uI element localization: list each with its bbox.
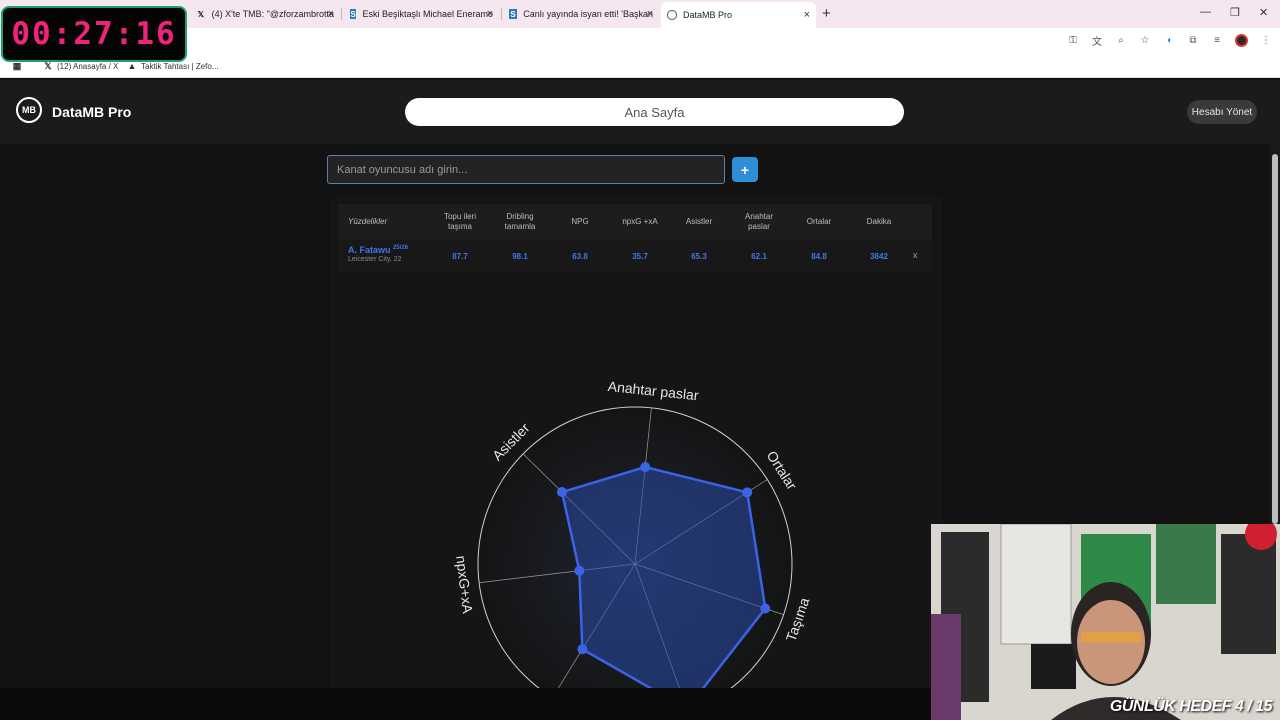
table-cell: 65.3 (691, 251, 707, 261)
logo-icon[interactable]: MB (16, 97, 42, 123)
browser-tab-2[interactable]: S Eski Beşiktaşlı Michael Eneramo × (344, 4, 499, 24)
table-cell: 63.8 (572, 251, 588, 261)
bookmark-label: Taktik Tahtası | Zefo... (141, 61, 219, 71)
player-club: Leicester City, 22 (348, 256, 402, 263)
close-icon[interactable]: × (804, 9, 810, 21)
restore-icon[interactable]: ❐ (1230, 6, 1240, 19)
browser-tab-1[interactable]: 𝕏 (4) X'te TMB: "@zforzambrotta × (190, 4, 340, 24)
column-header: npxG +xA (622, 217, 658, 226)
table-cell: 35.7 (632, 251, 648, 261)
scrollbar-thumb[interactable] (1272, 154, 1278, 524)
news-icon: S (350, 9, 357, 19)
profile-avatar-icon[interactable] (1235, 34, 1248, 47)
tab-title: Eski Beşiktaşlı Michael Eneramo (362, 9, 493, 19)
column-header: Ortalar (806, 217, 832, 226)
column-header-percentiles: Yüzdelikler (348, 217, 388, 226)
browser-tab-bar: 𝕏 (4) X'te TMB: "@zforzambrotta × S Eski… (0, 0, 1280, 28)
remove-player-button[interactable]: x (913, 250, 918, 260)
tab-title: (4) X'te TMB: "@zforzambrotta (211, 9, 334, 19)
close-icon[interactable]: × (328, 8, 334, 20)
menu-icon[interactable]: ⋮ (1260, 34, 1272, 46)
radar-point (742, 487, 753, 498)
radar-chart: Anahtar paslarOrtalarTaşımaDriblinglerNP… (453, 378, 812, 695)
table-cell: 62.1 (751, 251, 767, 261)
bookmark-x[interactable]: 𝕏 (12) Anasayfa / X (43, 61, 118, 71)
player-search-input[interactable]: Kanat oyuncusu adı girin... (327, 155, 725, 184)
table-cell: 84.8 (811, 251, 827, 261)
table-row[interactable]: A. Fatawu 25/26 Leicester City, 22 87.7 … (338, 240, 932, 272)
radar-point (577, 644, 588, 655)
apps-icon[interactable]: ▦ (12, 61, 22, 71)
stream-timer-overlay: 00:27:16 (1, 6, 187, 62)
tab-title: DataMB Pro (683, 10, 733, 20)
x-icon: 𝕏 (197, 9, 205, 19)
x-icon: 𝕏 (44, 60, 52, 71)
radar-point (574, 565, 585, 576)
star-icon[interactable]: ☆ (1139, 34, 1151, 46)
minimize-icon[interactable]: — (1200, 6, 1211, 18)
browser-tab-3[interactable]: S Canlı yayında isyan etti! 'Başkan × (503, 4, 659, 24)
add-player-button[interactable]: + (732, 157, 758, 182)
media-icon[interactable]: ≡ (1211, 34, 1223, 46)
zoom-icon[interactable]: ⌕ (1115, 34, 1127, 46)
table-cell: 3842 (870, 251, 888, 261)
column-header: Dribling tamamla (504, 212, 536, 231)
home-nav-button[interactable]: Ana Sayfa (405, 98, 904, 126)
news-icon: S (509, 9, 518, 19)
app-header: MB DataMB Pro Ana Sayfa Hesabı Yönet (0, 80, 1280, 144)
close-icon[interactable]: × (647, 8, 653, 20)
triangle-icon: ▲ (127, 61, 137, 71)
column-header: Anahtar paslar (744, 212, 774, 231)
translate-icon[interactable]: 文 (1091, 34, 1103, 48)
address-bar: ⚿ 文 ⌕ ☆ ◖ ⧉ ≡ ⋮ (0, 28, 1280, 56)
bookmark-label: (12) Anasayfa / X (57, 61, 119, 71)
bookmarks-bar: ▦ 𝕏 (12) Anasayfa / X ▲ Taktik Tahtası |… (0, 56, 1280, 78)
column-header: NPG (571, 217, 589, 226)
radar-point (640, 462, 651, 473)
radar-axis-label: npxG+xA (453, 555, 476, 615)
player-name: A. Fatawu (348, 245, 391, 255)
radar-point (556, 487, 567, 498)
tab-title: Canlı yayında isyan etti! 'Başkan (523, 9, 653, 19)
puzzle-icon[interactable]: ⧉ (1187, 34, 1199, 46)
table-cell: 98.1 (512, 251, 528, 261)
timer-text: 00:27:16 (11, 16, 177, 52)
column-header: Asistler (685, 217, 713, 226)
bookmark-taktik[interactable]: ▲ Taktik Tahtası | Zefo... (127, 61, 219, 71)
key-icon[interactable]: ⚿ (1067, 34, 1079, 46)
brand-name[interactable]: DataMB Pro (52, 104, 131, 120)
close-icon[interactable]: × (487, 8, 493, 20)
webcam-image (931, 524, 1280, 720)
radar-axis-label: Anahtar paslar (607, 378, 700, 403)
table-header: Yüzdelikler Topu ileri taşıma Dribling t… (338, 204, 932, 240)
table-cell: 87.7 (452, 251, 468, 261)
column-header: Dakika (866, 217, 892, 226)
new-tab-icon[interactable]: + (822, 5, 831, 22)
radar-point (760, 603, 771, 614)
column-header: Topu ileri taşıma (443, 212, 476, 231)
globe-icon (667, 10, 677, 20)
window-close-icon[interactable]: ✕ (1259, 6, 1268, 19)
player-season: 25/26 (393, 245, 409, 251)
manage-account-button[interactable]: Hesabı Yönet (1187, 100, 1257, 124)
browser-tab-active[interactable]: DataMB Pro × (661, 2, 816, 28)
webcam-overlay: GÜNLÜK HEDEF 4 / 15 (931, 524, 1280, 720)
daily-goal-caption: GÜNLÜK HEDEF 4 / 15 (1109, 698, 1273, 715)
extension-icon[interactable]: ◖ (1163, 34, 1175, 46)
player-cell[interactable]: A. Fatawu 25/26 Leicester City, 22 (348, 245, 408, 263)
